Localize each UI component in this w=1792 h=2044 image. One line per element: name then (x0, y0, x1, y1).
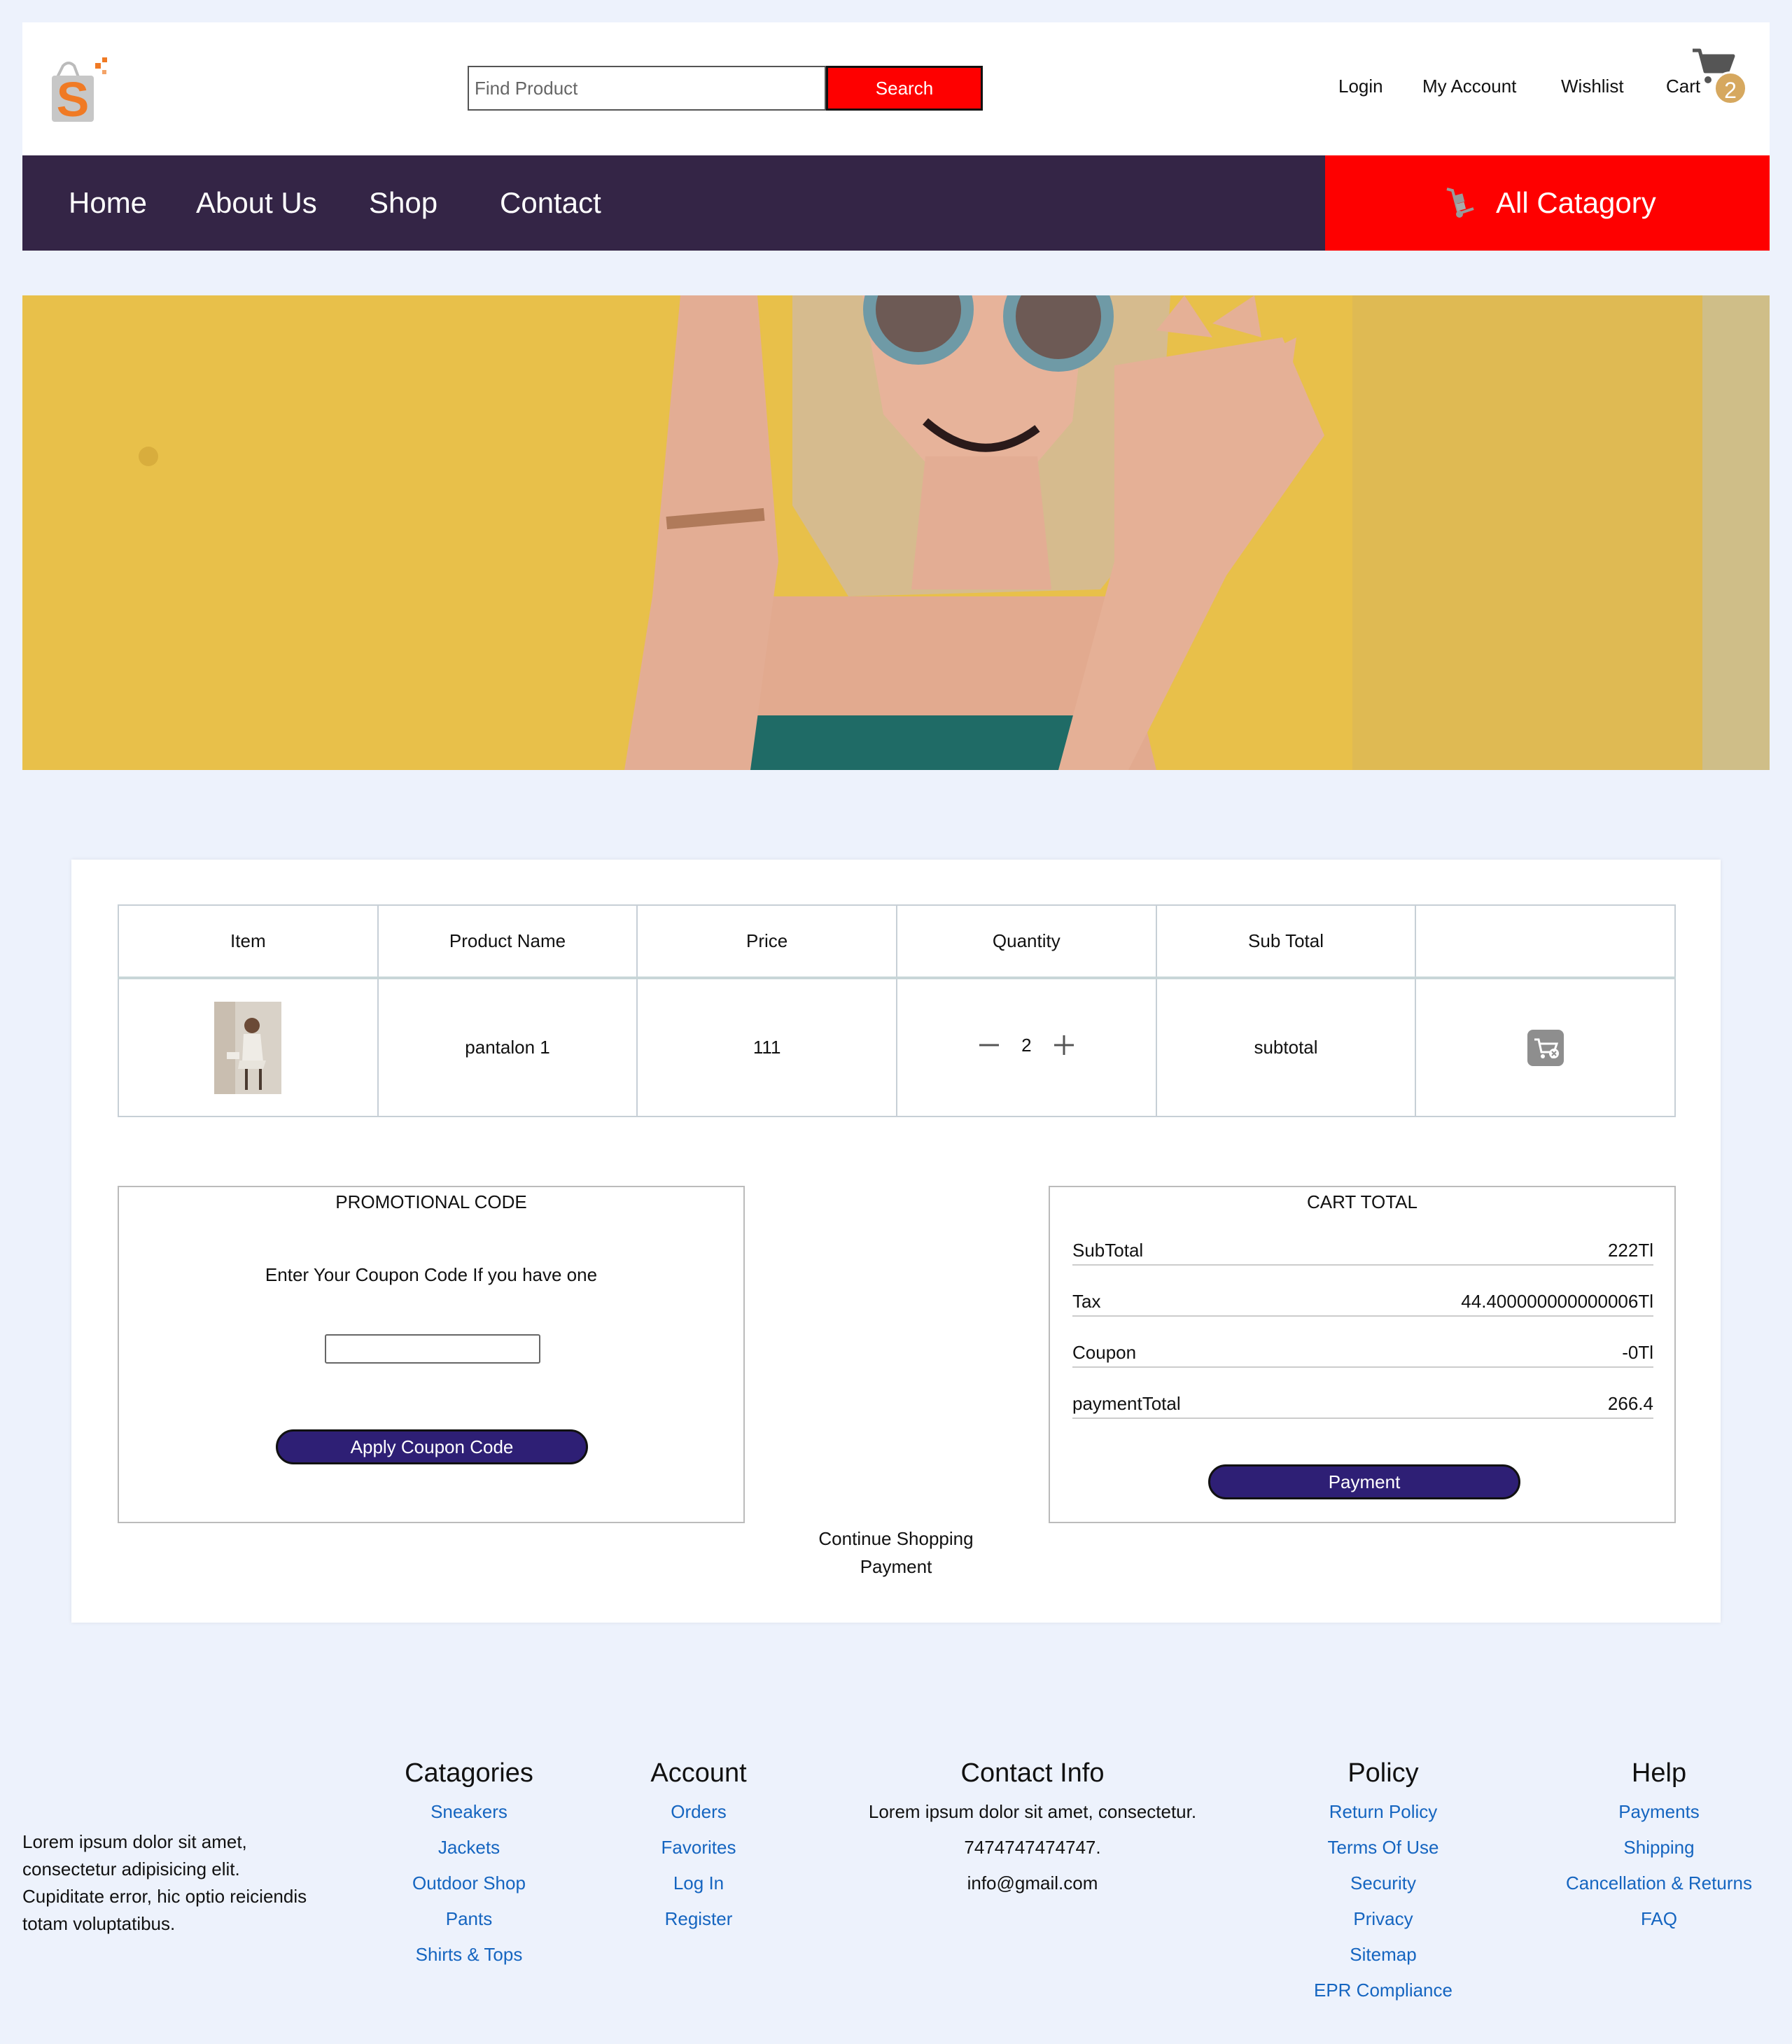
cart-total-box: CART TOTAL SubTotal 222Tl Tax 44.4000000… (1049, 1186, 1676, 1523)
tax-row: Tax 44.400000000000006Tl (1072, 1287, 1653, 1317)
subtotal-cell: subtotal (1155, 977, 1417, 1117)
coupon-label: Coupon (1072, 1342, 1137, 1363)
promo-description: Enter Your Coupon Code If you have one (265, 1264, 598, 1285)
site-header: S Search Login My Account Wishlist Cart (22, 22, 1770, 155)
footer-link-orders[interactable]: Orders (629, 1794, 769, 1830)
table-row: pantalon 1 111 2 subtotal (118, 977, 1676, 1117)
search-input[interactable] (468, 66, 826, 111)
footer-link-log-in[interactable]: Log In (629, 1865, 769, 1901)
all-category-button[interactable]: All Catagory (1325, 155, 1770, 251)
footer-link-return-policy[interactable]: Return Policy (1299, 1794, 1467, 1830)
footer-contact: Contact Info Lorem ipsum dolor sit amet,… (850, 1758, 1214, 1901)
nav-shop[interactable]: Shop (369, 186, 438, 220)
cart-count-badge: 2 (1714, 71, 1747, 105)
payment-total-value: 266.4 (1607, 1393, 1653, 1414)
quantity-stepper: 2 (976, 1032, 1076, 1058)
subtotal-value: 222Tl (1607, 1240, 1653, 1261)
tax-value: 44.400000000000006Tl (1461, 1291, 1653, 1312)
footer-contact-address: Lorem ipsum dolor sit amet, consectetur. (868, 1801, 1197, 1822)
my-account-link[interactable]: My Account (1422, 76, 1516, 97)
footer-link-epr-compliance[interactable]: EPR Compliance (1299, 1973, 1467, 2008)
cart-card: Item Product Name Price Quantity Sub Tot… (71, 860, 1721, 1623)
cart-table-header: Item Product Name Price Quantity Sub Tot… (118, 904, 1676, 979)
footer-account-title: Account (650, 1758, 747, 1788)
footer-account: Account Orders Favorites Log In Register (629, 1758, 769, 1937)
login-link[interactable]: Login (1338, 76, 1383, 97)
footer-help: Help Payments Shipping Cancellation & Re… (1554, 1758, 1764, 1937)
tax-label: Tax (1072, 1291, 1101, 1312)
footer-contact-email: info@gmail.com (967, 1872, 1098, 1893)
coupon-row: Coupon -0Tl (1072, 1338, 1653, 1368)
footer-policy-title: Policy (1348, 1758, 1419, 1788)
footer-categories: Catagories Sneakers Jackets Outdoor Shop… (392, 1758, 546, 1973)
hero-banner-image (22, 295, 1770, 770)
payment-total-row: paymentTotal 266.4 (1072, 1390, 1653, 1419)
footer-link-jackets[interactable]: Jackets (392, 1830, 546, 1865)
hand-truck-icon (1446, 188, 1474, 218)
coupon-code-input[interactable] (325, 1334, 540, 1364)
continue-shopping-link[interactable]: Continue Shopping (71, 1525, 1721, 1553)
col-actions (1415, 904, 1676, 979)
footer-about-text: Lorem ipsum dolor sit amet, consectetur … (22, 1831, 307, 1934)
col-item: Item (118, 904, 379, 979)
nav-home[interactable]: Home (69, 186, 147, 220)
col-quantity: Quantity (895, 904, 1157, 979)
footer-contact-phone: 7474747474747. (964, 1837, 1101, 1858)
product-thumbnail[interactable] (214, 1001, 282, 1094)
remove-cell (1415, 977, 1676, 1117)
all-category-label: All Catagory (1496, 186, 1656, 219)
apply-coupon-button[interactable]: Apply Coupon Code (276, 1429, 588, 1464)
main-nav: Home About Us Shop Contact (22, 155, 1325, 251)
promo-code-box: PROMOTIONAL CODE Enter Your Coupon Code … (118, 1186, 745, 1523)
quantity-cell: 2 (895, 977, 1157, 1117)
minus-icon[interactable] (976, 1032, 1002, 1058)
footer-link-pants[interactable]: Pants (392, 1901, 546, 1937)
footer-link-sitemap[interactable]: Sitemap (1299, 1937, 1467, 1973)
plus-icon[interactable] (1051, 1032, 1077, 1058)
search-button[interactable]: Search (826, 66, 983, 111)
cart-total-title: CART TOTAL (1307, 1191, 1418, 1212)
footer-link-faq[interactable]: FAQ (1554, 1901, 1764, 1937)
footer-categories-title: Catagories (405, 1758, 533, 1788)
footer-link-outdoor-shop[interactable]: Outdoor Shop (392, 1865, 546, 1901)
footer-link-cancellation-returns[interactable]: Cancellation & Returns (1554, 1865, 1764, 1901)
payment-link[interactable]: Payment (71, 1553, 1721, 1581)
footer-link-payments[interactable]: Payments (1554, 1794, 1764, 1830)
item-cell (118, 977, 379, 1117)
promo-title: PROMOTIONAL CODE (335, 1191, 527, 1212)
col-product-name: Product Name (377, 904, 638, 979)
footer-link-shipping[interactable]: Shipping (1554, 1830, 1764, 1865)
footer-contact-title: Contact Info (960, 1758, 1105, 1788)
cart-table: Item Product Name Price Quantity Sub Tot… (118, 904, 1676, 1117)
coupon-value: -0Tl (1622, 1342, 1653, 1363)
footer-link-terms-of-use[interactable]: Terms Of Use (1299, 1830, 1467, 1865)
footer-link-shirts-tops[interactable]: Shirts & Tops (392, 1937, 546, 1973)
footer-link-security[interactable]: Security (1299, 1865, 1467, 1901)
subtotal-row: SubTotal 222Tl (1072, 1236, 1653, 1266)
hero-photo (22, 295, 1770, 770)
col-sub-total: Sub Total (1155, 904, 1417, 979)
price-cell: 111 (636, 977, 897, 1117)
col-price: Price (636, 904, 897, 979)
nav-about-us[interactable]: About Us (196, 186, 317, 220)
quantity-value: 2 (1021, 1034, 1032, 1056)
footer-link-favorites[interactable]: Favorites (629, 1830, 769, 1865)
footer-policy: Policy Return Policy Terms Of Use Securi… (1299, 1758, 1467, 2008)
product-name-cell: pantalon 1 (377, 977, 638, 1117)
wishlist-link[interactable]: Wishlist (1561, 76, 1624, 97)
nav-contact[interactable]: Contact (500, 186, 601, 220)
footer-help-title: Help (1631, 1758, 1687, 1788)
footer-link-register[interactable]: Register (629, 1901, 769, 1937)
payment-total-label: paymentTotal (1072, 1393, 1181, 1414)
continue-links: Continue Shopping Payment (71, 1525, 1721, 1581)
payment-button[interactable]: Payment (1208, 1464, 1520, 1499)
footer-link-privacy[interactable]: Privacy (1299, 1901, 1467, 1937)
svg-text:S: S (57, 72, 90, 123)
subtotal-label: SubTotal (1072, 1240, 1144, 1261)
shop-logo-icon[interactable]: S (49, 56, 109, 123)
footer-link-sneakers[interactable]: Sneakers (392, 1794, 546, 1830)
remove-from-cart-icon[interactable] (1527, 1029, 1564, 1066)
